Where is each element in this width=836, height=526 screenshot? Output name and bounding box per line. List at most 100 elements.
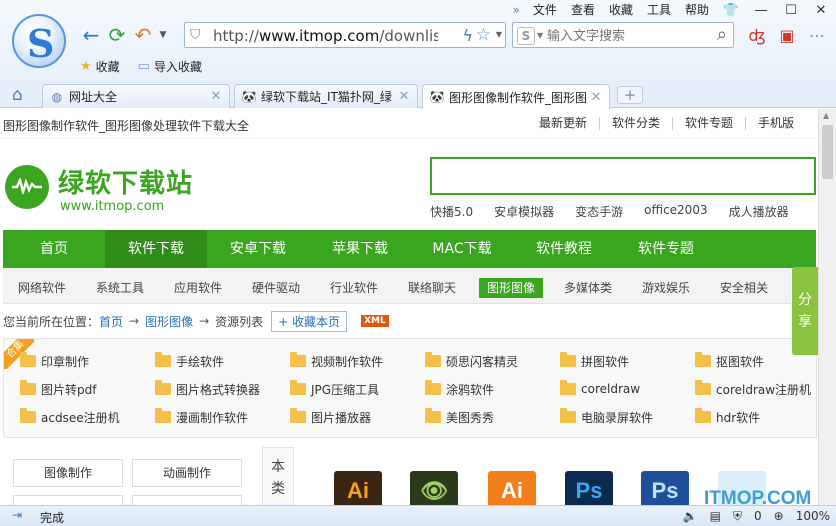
breadcrumb-category[interactable]: 图形图像 xyxy=(145,313,193,330)
category-link[interactable]: 印章制作 xyxy=(20,351,89,371)
category-link[interactable]: 涂鸦软件 xyxy=(425,379,494,399)
site-logo-icon[interactable] xyxy=(5,165,49,209)
shield-red-icon[interactable]: ▣ xyxy=(772,26,802,45)
scroll-thumb[interactable] xyxy=(822,125,833,179)
close-button[interactable]: ✕ xyxy=(806,3,836,18)
subnav-item[interactable]: 多媒体类 xyxy=(556,278,620,298)
add-favorite-button[interactable]: + 收藏本页 xyxy=(271,310,348,332)
nav-mac[interactable]: MAC下载 xyxy=(411,230,513,268)
category-link[interactable]: 图片转pdf xyxy=(20,379,96,399)
subnav-item[interactable]: 游戏娱乐 xyxy=(634,278,698,298)
nav-home[interactable]: 首页 xyxy=(3,230,105,268)
share-button[interactable]: 分享 xyxy=(792,267,818,355)
search-box[interactable]: S ▼ ⌕ xyxy=(512,22,734,48)
bookmark-import[interactable]: ▭ 导入收藏 xyxy=(138,58,202,75)
back-arrow-icon[interactable]: ← xyxy=(78,22,104,48)
close-icon[interactable]: ✕ xyxy=(589,90,603,105)
minimize-button[interactable]: — xyxy=(746,3,776,18)
subnav-item[interactable]: 网络软件 xyxy=(10,278,74,298)
weibo-icon[interactable]: ʤ xyxy=(742,26,772,45)
category-link[interactable]: 视频制作软件 xyxy=(290,351,383,371)
maximize-button[interactable]: ☐ xyxy=(776,3,806,18)
browser-logo[interactable]: S xyxy=(12,14,66,68)
link-latest[interactable]: 最新更新 xyxy=(527,117,599,130)
menu-help[interactable]: 帮助 xyxy=(678,0,716,20)
category-link[interactable]: 硕思闪客精灵 xyxy=(425,351,518,371)
site-search-input[interactable] xyxy=(430,157,816,195)
subnav-item[interactable]: 硬件驱动 xyxy=(244,278,308,298)
category-link[interactable]: 手绘软件 xyxy=(155,351,224,371)
zoom-level[interactable]: 100% xyxy=(796,509,830,523)
lightning-icon[interactable]: ϟ xyxy=(462,26,473,45)
star-icon[interactable]: ☆ xyxy=(476,25,491,45)
scroll-up-icon[interactable]: ▲ xyxy=(823,111,829,120)
refresh-icon[interactable]: ⟳ xyxy=(104,22,130,48)
nav-topics[interactable]: 软件专题 xyxy=(615,230,717,268)
category-link[interactable]: 图片格式转换器 xyxy=(155,379,260,399)
adblock-icon[interactable]: ⛨ xyxy=(733,509,742,524)
nav-tutorials[interactable]: 软件教程 xyxy=(513,230,615,268)
illustrator-orange-icon[interactable]: Ai xyxy=(488,471,536,505)
double-chevron-icon[interactable]: » xyxy=(507,3,526,17)
skin-icon[interactable]: 👕 xyxy=(716,3,746,18)
address-url[interactable]: http://www.itmop.com/downlist/r xyxy=(213,27,438,45)
sidebar-toggle-icon[interactable]: ⇥ xyxy=(12,508,22,522)
category-link[interactable]: 电脑录屏软件 xyxy=(560,407,653,427)
hot-word[interactable]: office2003 xyxy=(644,203,707,220)
photoshop-blue-icon[interactable]: Ps xyxy=(641,471,689,505)
category-link[interactable]: coreldraw注册机 xyxy=(695,379,811,399)
illustrator-icon[interactable]: Ai xyxy=(334,471,382,505)
hot-word[interactable]: 变态手游 xyxy=(575,203,623,220)
hot-word[interactable]: 安卓模拟器 xyxy=(494,203,554,220)
speaker-icon[interactable]: 🔈 xyxy=(683,509,698,523)
site-url[interactable]: www.itmop.com xyxy=(60,199,164,214)
category-link[interactable]: 漫画制作软件 xyxy=(155,407,248,427)
chevron-down-icon[interactable]: ▼ xyxy=(156,30,170,40)
close-icon[interactable]: ✕ xyxy=(397,89,411,104)
calculator-icon[interactable]: ▤ xyxy=(710,509,721,523)
nav-apple[interactable]: 苹果下载 xyxy=(309,230,411,268)
tab-itmop[interactable]: 🐼 绿软下载站_IT猫扑网_绿 ✕ xyxy=(234,84,418,108)
category-link[interactable]: coreldraw xyxy=(560,379,640,399)
category-link[interactable]: JPG压缩工具 xyxy=(290,379,379,399)
subnav-item[interactable]: 联络聊天 xyxy=(400,278,464,298)
menu-tools[interactable]: 工具 xyxy=(640,0,678,20)
breadcrumb-home[interactable]: 首页 xyxy=(99,313,123,330)
category-link[interactable]: 拼图软件 xyxy=(560,351,629,371)
link-mobile[interactable]: 手机版 xyxy=(744,117,806,130)
new-tab-button[interactable]: + xyxy=(617,86,643,104)
category-link[interactable]: 图片播放器 xyxy=(290,407,371,427)
search-engine-icon[interactable]: S xyxy=(517,27,535,45)
animation-button[interactable]: 动画制作 xyxy=(132,459,242,487)
image-making-button[interactable]: 图像制作 xyxy=(13,459,123,487)
subnav-item[interactable]: 应用软件 xyxy=(166,278,230,298)
more-button[interactable] xyxy=(132,495,242,505)
more-button[interactable] xyxy=(13,495,123,505)
link-topics[interactable]: 软件专题 xyxy=(671,117,745,130)
search-input[interactable] xyxy=(547,26,697,44)
search-icon[interactable]: ⌕ xyxy=(717,24,727,45)
undo-icon[interactable]: ↶ xyxy=(130,22,156,48)
tab-graphics[interactable]: 🐼 图形图像制作软件_图形图 ✕ xyxy=(422,84,610,109)
photoshop-icon[interactable]: Ps xyxy=(565,471,613,505)
subnav-item[interactable]: 安全相关 xyxy=(712,278,776,298)
subnav-item-graphics[interactable]: 图形图像 xyxy=(479,278,544,298)
vertical-scrollbar[interactable]: ▲ xyxy=(818,109,836,505)
hot-word[interactable]: 成人播放器 xyxy=(729,203,789,220)
chevron-down-icon[interactable]: ▼ xyxy=(537,31,543,40)
eye-app-icon[interactable]: 👁 xyxy=(410,471,458,505)
category-link[interactable]: 抠图软件 xyxy=(695,351,764,371)
category-vertical-tab[interactable]: 本类 xyxy=(262,447,294,505)
site-name[interactable]: 绿软下载站 xyxy=(58,163,193,200)
close-icon[interactable]: ✕ xyxy=(209,89,223,104)
menu-file[interactable]: 文件 xyxy=(526,0,564,20)
category-link[interactable]: 美图秀秀 xyxy=(425,407,494,427)
menu-view[interactable]: 查看 xyxy=(564,0,602,20)
hot-word[interactable]: 快播5.0 xyxy=(430,203,473,220)
address-bar[interactable]: ⛉ http://www.itmop.com/downlist/r ϟ ☆ ▼ xyxy=(184,22,506,48)
tab-nav[interactable]: ◍ 网址大全 ✕ xyxy=(42,84,230,108)
chevron-down-icon[interactable]: ▼ xyxy=(496,30,502,39)
category-link[interactable]: hdr软件 xyxy=(695,407,760,427)
zoom-icon[interactable]: ⊕ xyxy=(774,509,784,523)
nav-android[interactable]: 安卓下载 xyxy=(207,230,309,268)
